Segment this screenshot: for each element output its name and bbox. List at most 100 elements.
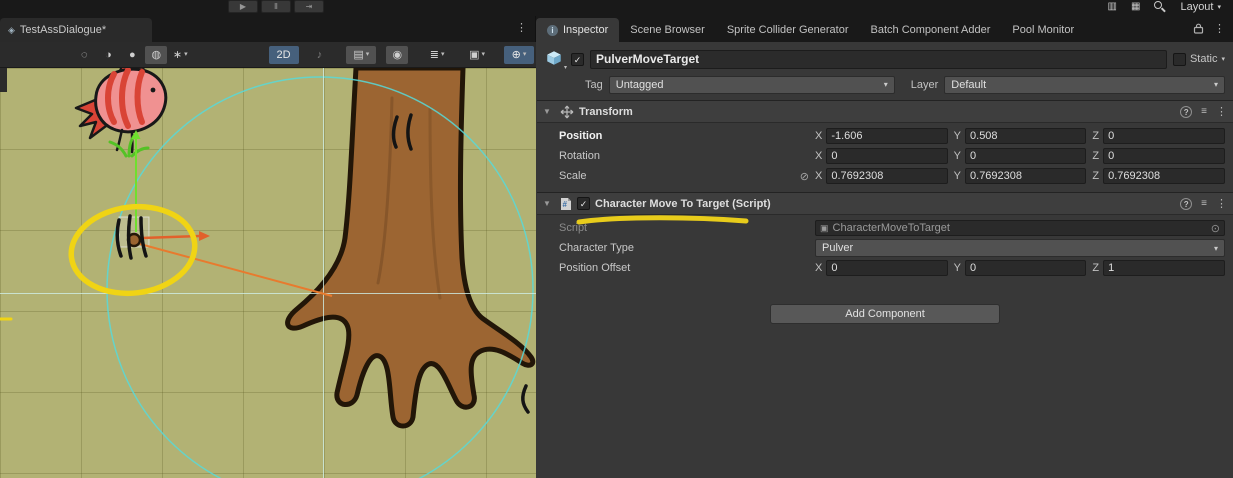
layer-dropdown[interactable]: Default ▾ bbox=[944, 76, 1225, 94]
rotation-row: Rotation X0 Y0 Z0 bbox=[537, 146, 1233, 166]
script-object-field[interactable]: ▣ CharacterMoveToTarget ⊙ bbox=[815, 220, 1225, 236]
grid-icon[interactable]: ▦ bbox=[1131, 0, 1140, 14]
position-y-field[interactable]: 0.508 bbox=[965, 128, 1086, 144]
tab-batch-component-adder[interactable]: Batch Component Adder bbox=[860, 18, 1002, 42]
gizmos-dropdown-button[interactable]: ⊕ ▾ bbox=[504, 46, 534, 64]
inspector-icon: i bbox=[547, 25, 558, 36]
y-axis-label: Y bbox=[954, 130, 961, 142]
tab-sprite-collider-generator[interactable]: Sprite Collider Generator bbox=[716, 18, 860, 42]
step-button[interactable]: ⇥ bbox=[294, 0, 324, 13]
draw-mode-textured-button[interactable]: ◍ bbox=[145, 46, 167, 64]
tab-inspector-label: Inspector bbox=[563, 24, 608, 36]
rotation-x-field[interactable]: 0 bbox=[826, 148, 947, 164]
layout-dropdown[interactable]: Layout ▾ bbox=[1180, 1, 1221, 13]
hash-glyph: # bbox=[563, 200, 567, 209]
gameobject-name-field[interactable]: PulverMoveTarget bbox=[590, 50, 1167, 69]
tab-inspector[interactable]: i Inspector bbox=[536, 18, 619, 42]
layer-label: Layer bbox=[911, 79, 939, 91]
search-icon[interactable] bbox=[1154, 1, 1166, 13]
solid-sphere-icon: ● bbox=[129, 46, 136, 64]
effects-dropdown-button[interactable]: ▤ ▾ bbox=[346, 46, 376, 64]
tab-scene-browser[interactable]: Scene Browser bbox=[619, 18, 716, 42]
offset-z-field[interactable]: 1 bbox=[1103, 260, 1225, 276]
chevron-down-icon: ▾ bbox=[482, 46, 486, 64]
transform-header[interactable]: ▼ Transform ? ≡ ⋮ bbox=[537, 100, 1233, 123]
help-icon[interactable]: ? bbox=[1180, 106, 1192, 118]
textured-sphere-icon: ◍ bbox=[151, 46, 161, 64]
play-button[interactable]: ▶ bbox=[228, 0, 258, 13]
effects-icon: ▤ bbox=[353, 46, 363, 64]
scale-z-field[interactable]: 0.7692308 bbox=[1103, 168, 1225, 184]
active-checkbox[interactable]: ✓ bbox=[571, 53, 584, 66]
scale-y-field[interactable]: 0.7692308 bbox=[965, 168, 1086, 184]
visibility-toggle-button[interactable]: ◉ bbox=[386, 46, 408, 64]
script-enabled-checkbox[interactable]: ✓ bbox=[577, 197, 590, 210]
bird-sprite bbox=[76, 68, 166, 156]
draw-mode-shaded-button[interactable]: ● bbox=[121, 46, 143, 64]
scene-asset-icon: ◈ bbox=[8, 25, 15, 36]
scale-row: Scale⊘ X0.7692308 Y0.7692308 Z0.7692308 bbox=[537, 166, 1233, 186]
chevron-down-icon: ▾ bbox=[441, 46, 445, 64]
add-component-button[interactable]: Add Component bbox=[770, 304, 1000, 324]
static-label: Static bbox=[1190, 53, 1218, 65]
position-offset-row: Position Offset X0 Y0 Z1 bbox=[537, 258, 1233, 278]
draw-mode-wireframe-button[interactable]: ◌ bbox=[73, 46, 95, 64]
script-component-header[interactable]: ▼ # ✓ Character Move To Target (Script) … bbox=[537, 192, 1233, 215]
package-stack-icon[interactable]: ▥ bbox=[1108, 0, 1117, 14]
audio-toggle-button[interactable]: ♪ bbox=[309, 46, 331, 64]
layers-dropdown-button[interactable]: ≣ ▾ bbox=[422, 46, 452, 64]
script-asset-icon: ▣ bbox=[820, 223, 829, 234]
component-menu-icon[interactable]: ⋮ bbox=[1216, 105, 1227, 118]
main-toolbar: ▶ Ⅱ ⇥ ▥ ▦ Layout ▾ bbox=[0, 0, 1233, 16]
presets-icon[interactable]: ≡ bbox=[1201, 106, 1207, 117]
position-z-field[interactable]: 0 bbox=[1103, 128, 1225, 144]
offset-x-field[interactable]: 0 bbox=[826, 260, 947, 276]
lock-icon[interactable] bbox=[1193, 23, 1204, 34]
tab-label: Scene Browser bbox=[630, 24, 705, 36]
chevron-down-icon: ▾ bbox=[366, 46, 370, 64]
position-label: Position bbox=[537, 130, 815, 142]
rotation-y-field[interactable]: 0 bbox=[965, 148, 1086, 164]
help-icon[interactable]: ? bbox=[1180, 198, 1192, 210]
character-type-dropdown[interactable]: Pulver ▾ bbox=[815, 239, 1225, 257]
static-dropdown-icon[interactable]: ▾ bbox=[1221, 55, 1225, 63]
flare-icon: ∗ bbox=[173, 46, 182, 64]
static-checkbox[interactable] bbox=[1173, 53, 1186, 66]
camera-dropdown-button[interactable]: ▣ ▾ bbox=[462, 46, 492, 64]
foldout-icon[interactable]: ▼ bbox=[543, 199, 555, 208]
script-rows: Script ▣ CharacterMoveToTarget ⊙ Charact… bbox=[537, 215, 1233, 286]
y-axis-label: Y bbox=[954, 170, 961, 182]
scene-tab-area: ◈ TestAssDialogue* ⋮ bbox=[0, 16, 536, 42]
object-picker-icon[interactable]: ⊙ bbox=[1211, 222, 1220, 235]
tag-dropdown[interactable]: Untagged ▾ bbox=[609, 76, 895, 94]
2d-label: 2D bbox=[277, 46, 291, 64]
scene-tab-menu-icon[interactable]: ⋮ bbox=[516, 21, 527, 34]
position-row: Position X-1.606 Y0.508 Z0 bbox=[537, 126, 1233, 146]
gizmo-icon: ⊕ bbox=[512, 46, 521, 64]
wireframe-sphere-icon: ◌ bbox=[81, 46, 88, 64]
position-x-field[interactable]: -1.606 bbox=[826, 128, 947, 144]
layout-label: Layout bbox=[1180, 1, 1213, 13]
draw-mode-shaded-wire-button[interactable]: ◑ bbox=[97, 46, 119, 64]
inspector-menu-icon[interactable]: ⋮ bbox=[1214, 22, 1225, 35]
render-mode-dropdown-button[interactable]: ∗ ▾ bbox=[169, 46, 191, 64]
rotation-z-field[interactable]: 0 bbox=[1103, 148, 1225, 164]
2d-toggle-button[interactable]: 2D bbox=[269, 46, 299, 64]
transform-title: Transform bbox=[579, 106, 1175, 118]
eye-icon: ◉ bbox=[392, 46, 402, 64]
scale-link-icon[interactable]: ⊘ bbox=[800, 170, 809, 183]
script-row: Script ▣ CharacterMoveToTarget ⊙ bbox=[537, 218, 1233, 238]
offset-y-field[interactable]: 0 bbox=[965, 260, 1086, 276]
tab-pool-monitor[interactable]: Pool Monitor bbox=[1001, 18, 1085, 42]
pause-button[interactable]: Ⅱ bbox=[261, 0, 291, 13]
x-axis-label: X bbox=[815, 262, 822, 274]
foldout-icon[interactable]: ▼ bbox=[543, 107, 555, 116]
presets-icon[interactable]: ≡ bbox=[1201, 198, 1207, 209]
scale-x-field[interactable]: 0.7692308 bbox=[826, 168, 947, 184]
scene-view-canvas[interactable] bbox=[0, 68, 536, 478]
tab-scene-view[interactable]: ◈ TestAssDialogue* bbox=[0, 18, 152, 42]
scene-view-toolbar: ◌ ◑ ● ◍ ∗ ▾ 2D ♪ ▤ ▾ ◉ ≣ ▾ ▣ ▾ ⊕ ▾ bbox=[0, 42, 536, 68]
tag-label: Tag bbox=[585, 79, 603, 91]
canvas-corner-strip bbox=[0, 68, 7, 92]
component-menu-icon[interactable]: ⋮ bbox=[1216, 197, 1227, 210]
